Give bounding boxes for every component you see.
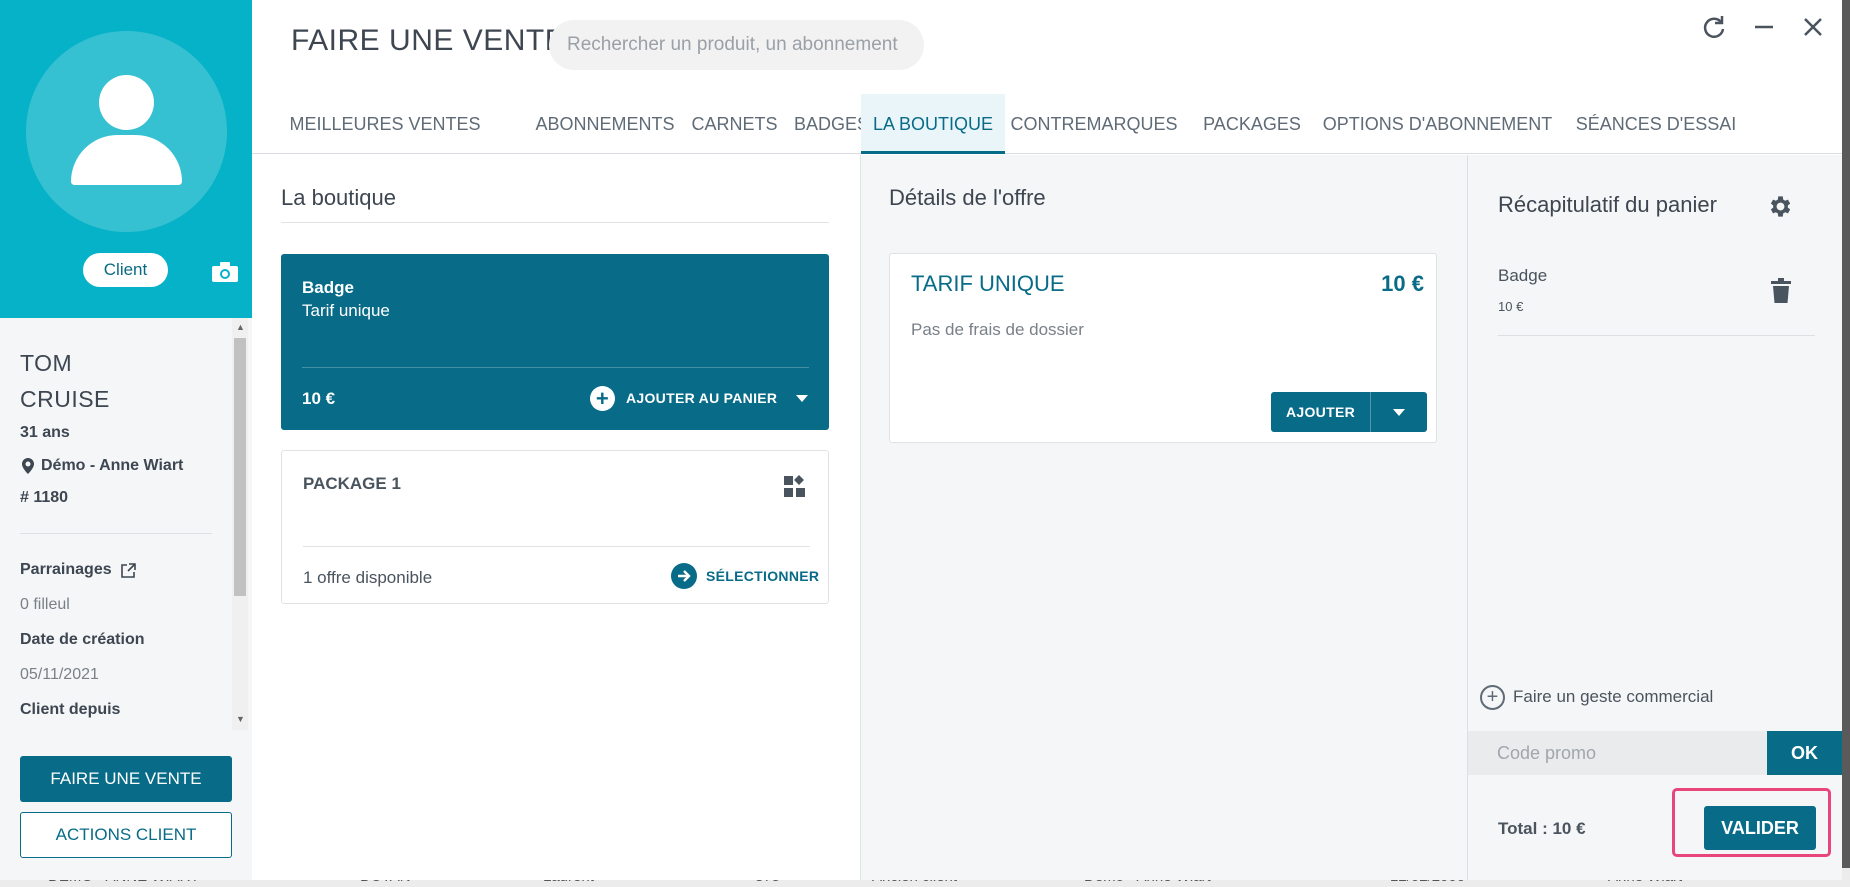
product-price: 10 €	[302, 389, 336, 408]
client-location: Démo - Anne Wiart	[41, 457, 184, 474]
page-title: FAIRE UNE VENTE	[291, 24, 566, 57]
product-subtitle: Tarif unique	[302, 301, 390, 320]
boutique-title: La boutique	[281, 185, 396, 210]
external-link-icon[interactable]	[121, 563, 136, 578]
cart-title: Récapitulatif du panier	[1498, 192, 1717, 217]
filleul-value: 0 filleul	[20, 596, 70, 613]
tab-contremarques[interactable]: CONTREMARQUES	[1005, 94, 1183, 154]
creation-label: Date de création	[20, 631, 145, 648]
client-since-label: Client depuis	[20, 701, 121, 718]
client-age: 31 ans	[20, 424, 70, 441]
offer-name: TARIF UNIQUE	[911, 271, 1065, 296]
add-offer-label: AJOUTER	[1286, 404, 1355, 420]
sale-modal: Client TOM CRUISE 31 ans Démo - Anne Wia…	[0, 0, 1842, 880]
chevron-down-icon[interactable]	[1393, 409, 1405, 416]
tab-packages[interactable]: PACKAGES	[1192, 94, 1312, 154]
client-first-name: TOM	[20, 350, 73, 376]
package-name: PACKAGE 1	[303, 474, 401, 493]
cart-item-price: 10 €	[1498, 299, 1524, 314]
commercial-gesture-button[interactable]: + Faire un geste commercial	[1480, 684, 1713, 710]
divider	[281, 222, 829, 223]
package-card[interactable]: PACKAGE 1 1 offre disponible SÉLECTIONNE…	[281, 450, 829, 604]
search-input[interactable]	[549, 20, 924, 70]
client-scrollbar[interactable]: ▲ ▼	[232, 318, 248, 730]
minimize-icon[interactable]	[1751, 14, 1777, 40]
promo-code-input[interactable]	[1468, 731, 1767, 775]
package-availability: 1 offre disponible	[303, 568, 433, 587]
chevron-down-icon[interactable]	[796, 394, 809, 402]
offer-price: 10 €	[1381, 271, 1424, 296]
promo-ok-button[interactable]: OK	[1767, 731, 1842, 775]
cart-item-name: Badge	[1498, 266, 1548, 285]
select-button[interactable]: SÉLECTIONNER	[671, 561, 819, 591]
creation-value: 05/11/2021	[20, 666, 99, 683]
gear-icon[interactable]	[1766, 193, 1793, 220]
tab-la-boutique[interactable]: LA BOUTIQUE	[861, 94, 1005, 154]
tab-seances-essai[interactable]: SÉANCES D'ESSAI	[1562, 94, 1750, 154]
package-grid-icon	[784, 475, 805, 497]
plus-circle-icon: +	[1480, 684, 1505, 710]
parrainages-label: Parrainages	[20, 561, 112, 578]
divider	[1498, 335, 1815, 336]
avatar	[26, 31, 227, 232]
offer-card: TARIF UNIQUE 10 € Pas de frais de dossie…	[889, 253, 1437, 443]
product-card-badge[interactable]: Badge Tarif unique 10 € + AJOUTER AU PAN…	[281, 254, 829, 430]
offer-details-title: Détails de l'offre	[889, 185, 1046, 210]
trash-icon[interactable]	[1771, 278, 1791, 303]
location-pin-icon	[22, 458, 34, 474]
select-label: SÉLECTIONNER	[706, 568, 820, 584]
tab-meilleures-ventes[interactable]: MEILLEURES VENTES	[252, 94, 518, 154]
arrow-right-icon	[671, 563, 697, 589]
camera-icon[interactable]	[212, 262, 238, 282]
client-badge: Client	[83, 253, 168, 287]
category-tabs: MEILLEURES VENTES ABONNEMENTS CARNETS BA…	[252, 94, 1842, 154]
add-offer-button[interactable]: AJOUTER	[1271, 392, 1427, 432]
client-actions-button[interactable]: ACTIONS CLIENT	[20, 812, 232, 858]
cart-total: Total : 10 €	[1498, 819, 1586, 838]
client-last-name: CRUISE	[20, 386, 110, 412]
plus-circle-icon: +	[590, 385, 615, 411]
refresh-icon[interactable]	[1701, 14, 1727, 40]
offer-description: Pas de frais de dossier	[911, 320, 1084, 339]
add-to-cart-label: AJOUTER AU PANIER	[626, 390, 778, 406]
tab-options-abonnement[interactable]: OPTIONS D'ABONNEMENT	[1315, 94, 1560, 154]
close-icon[interactable]	[1800, 14, 1826, 40]
divider	[20, 533, 212, 534]
client-panel: Client TOM CRUISE 31 ans Démo - Anne Wia…	[0, 0, 252, 880]
product-name: Badge	[302, 278, 354, 297]
client-header: Client	[0, 0, 252, 318]
client-number: # 1180	[20, 489, 69, 506]
validate-highlight-box	[1672, 788, 1831, 857]
commercial-gesture-label: Faire un geste commercial	[1513, 687, 1714, 706]
add-to-cart-button[interactable]: + AJOUTER AU PANIER	[590, 383, 809, 413]
sell-button[interactable]: FAIRE UNE VENTE	[20, 756, 232, 802]
